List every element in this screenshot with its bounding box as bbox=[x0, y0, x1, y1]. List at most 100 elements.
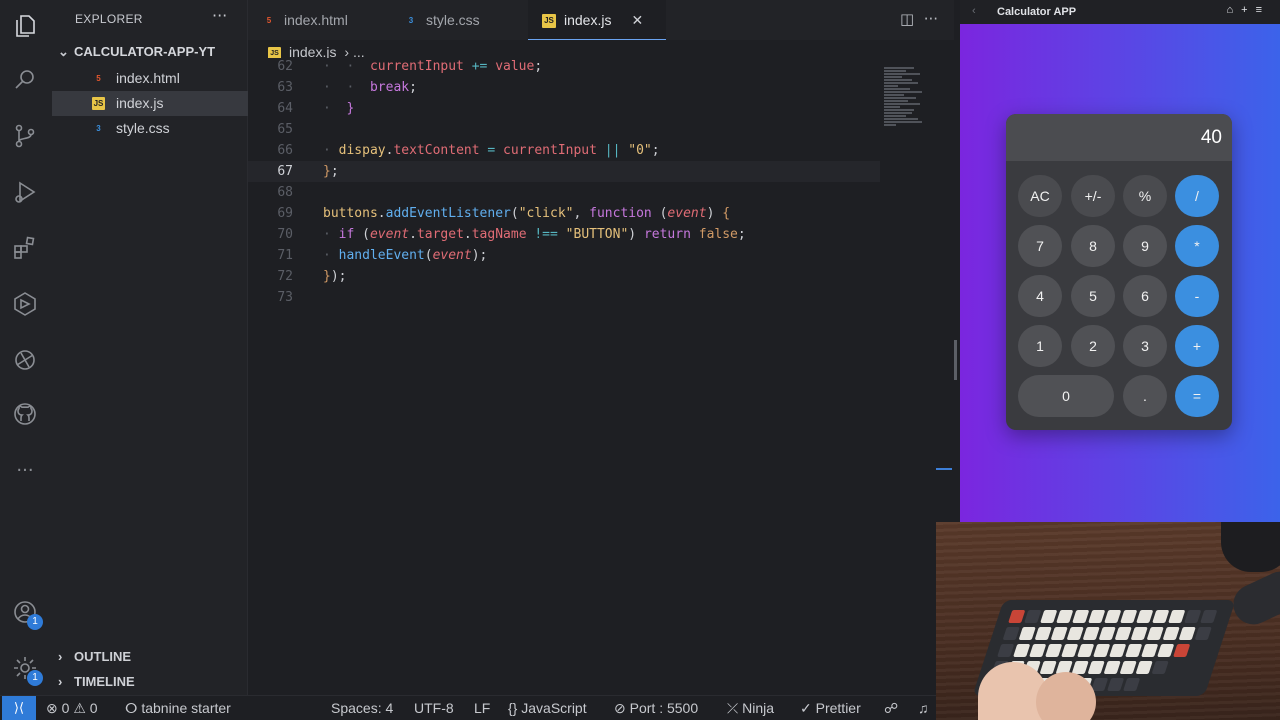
more-views-icon[interactable]: ··· bbox=[9, 454, 41, 486]
line-number: 69 bbox=[277, 206, 293, 221]
key-4[interactable]: 4 bbox=[1018, 275, 1062, 317]
code-text: · if (event.target.tagName !== "BUTTON")… bbox=[323, 227, 746, 242]
explorer-more-actions[interactable]: ··· bbox=[212, 6, 227, 25]
encoding-status[interactable]: UTF-8 bbox=[414, 700, 454, 716]
workspace-folder[interactable]: ⌄ CALCULATOR-APP-YT bbox=[58, 44, 215, 60]
language-mode[interactable]: {} JavaScript bbox=[508, 700, 587, 716]
browser-title: Calculator APP bbox=[997, 6, 1077, 18]
file-item-index-js[interactable]: JS index.js bbox=[52, 91, 248, 116]
key-subtract[interactable]: - bbox=[1175, 275, 1219, 317]
line-number: 66 bbox=[277, 143, 293, 158]
line-number: 62 bbox=[277, 59, 293, 74]
key-1[interactable]: 1 bbox=[1018, 325, 1062, 367]
live-server-port[interactable]: ⊘ Port : 5500 bbox=[614, 700, 698, 717]
new-tab-icon[interactable]: + bbox=[1241, 4, 1255, 16]
key-3[interactable]: 3 bbox=[1123, 325, 1167, 367]
remote-indicator-icon[interactable]: ⟩⟨ bbox=[2, 696, 36, 720]
settings-badge: 1 bbox=[27, 670, 43, 686]
code-line: 68 bbox=[248, 182, 880, 203]
timeline-label: TIMELINE bbox=[74, 674, 135, 689]
source-control-icon[interactable] bbox=[9, 120, 41, 152]
explorer-files-icon[interactable] bbox=[9, 10, 41, 42]
problems-indicator[interactable]: ⊗ 0 ⚠ 0 bbox=[46, 700, 98, 717]
key-7[interactable]: 7 bbox=[1018, 225, 1062, 267]
tabnine-status[interactable]: ⵔ tabnine starter bbox=[125, 700, 231, 717]
key-percent[interactable]: % bbox=[1123, 175, 1167, 217]
key-5[interactable]: 5 bbox=[1071, 275, 1115, 317]
tab-index-js[interactable]: JS index.js ✕ bbox=[528, 0, 666, 40]
error-icon: ⊗ bbox=[46, 700, 58, 716]
outline-section[interactable]: › OUTLINE bbox=[58, 649, 131, 664]
file-item-style-css[interactable]: 3 style.css bbox=[52, 116, 248, 141]
code-line: 71 · handleEvent(event); bbox=[248, 245, 880, 266]
line-number: 73 bbox=[277, 290, 293, 305]
key-0[interactable]: 0 bbox=[1018, 375, 1114, 417]
menu-icon[interactable]: ≡ bbox=[1256, 4, 1270, 16]
css-file-icon: 3 bbox=[96, 124, 101, 133]
file-name: index.html bbox=[116, 70, 180, 86]
tab-index-html[interactable]: 5 index.html bbox=[262, 0, 392, 40]
prettier-status[interactable]: ✓ Prettier bbox=[800, 700, 861, 717]
file-item-index-html[interactable]: 5 index.html bbox=[52, 66, 248, 91]
back-icon[interactable]: ‹ bbox=[972, 5, 976, 17]
error-count: 0 bbox=[61, 700, 70, 716]
key-9[interactable]: 9 bbox=[1123, 225, 1167, 267]
code-text: }); bbox=[323, 269, 347, 284]
code-text: buttons.addEventListener("click", functi… bbox=[323, 206, 731, 221]
timeline-section[interactable]: › TIMELINE bbox=[58, 674, 135, 689]
css-file-icon: 3 bbox=[408, 16, 414, 26]
key-equals[interactable]: = bbox=[1175, 375, 1219, 417]
github-icon[interactable] bbox=[9, 398, 41, 430]
key-decimal[interactable]: . bbox=[1123, 375, 1167, 417]
key-divide[interactable]: / bbox=[1175, 175, 1219, 217]
extensions-icon[interactable] bbox=[9, 232, 41, 264]
vscode-window: ··· 1 1 EXPLORER ··· ⌄ CALCULATOR-APP-YT … bbox=[0, 0, 1280, 720]
remote-explorer-icon[interactable] bbox=[9, 288, 41, 320]
code-editor[interactable]: 62 · · currentInput += value; 63 · · break… bbox=[248, 58, 954, 695]
ninja-icon: ⤫ bbox=[727, 700, 739, 716]
key-all-clear[interactable]: AC bbox=[1018, 175, 1062, 217]
check-double-icon: ✓ bbox=[800, 700, 812, 716]
braces-icon: {} bbox=[508, 700, 518, 716]
accounts-icon[interactable]: 1 bbox=[9, 596, 43, 630]
key-plus-minus[interactable]: +/- bbox=[1071, 175, 1115, 217]
tab-label: index.html bbox=[284, 12, 348, 28]
split-editor-icon[interactable]: ◫ bbox=[900, 10, 914, 28]
tab-label: index.js bbox=[564, 12, 612, 28]
webcam-overlay bbox=[936, 522, 1280, 720]
ninja-label: Ninja bbox=[742, 700, 774, 716]
key-add[interactable]: + bbox=[1175, 325, 1219, 367]
code-line: 66 · dispay.textContent = currentInput ||… bbox=[248, 140, 880, 161]
chevron-right-icon: › bbox=[58, 649, 63, 664]
tabnine-label: tabnine starter bbox=[141, 700, 231, 716]
settings-gear-icon[interactable]: 1 bbox=[9, 652, 43, 686]
code-line: 70 · if (event.target.tagName !== "BUTTON… bbox=[248, 224, 880, 245]
search-icon[interactable] bbox=[9, 64, 41, 96]
language-label: JavaScript bbox=[521, 700, 587, 716]
tab-label: style.css bbox=[426, 12, 480, 28]
indentation-status[interactable]: Spaces: 4 bbox=[331, 700, 393, 716]
run-debug-icon[interactable] bbox=[9, 176, 41, 208]
ninja-status[interactable]: ⤫ Ninja bbox=[727, 700, 774, 717]
code-line: 72}); bbox=[248, 266, 880, 287]
lock-icon[interactable]: ⌂ bbox=[1226, 4, 1241, 16]
key-2[interactable]: 2 bbox=[1071, 325, 1115, 367]
key-multiply[interactable]: * bbox=[1175, 225, 1219, 267]
close-tab-icon[interactable]: ✕ bbox=[631, 12, 643, 28]
feedback-icon[interactable]: ☍ bbox=[884, 700, 898, 717]
line-number: 64 bbox=[277, 101, 293, 116]
prettier-label: Prettier bbox=[815, 700, 861, 716]
key-8[interactable]: 8 bbox=[1071, 225, 1115, 267]
minimap[interactable] bbox=[884, 66, 924, 161]
code-line-current: 67}; bbox=[248, 161, 880, 182]
line-number: 72 bbox=[277, 269, 293, 284]
live-share-icon[interactable] bbox=[9, 344, 41, 376]
notifications-bell-icon[interactable]: ♫ bbox=[918, 700, 929, 716]
code-text: · } bbox=[323, 101, 355, 116]
editor-scrollbar[interactable] bbox=[954, 340, 957, 380]
key-6[interactable]: 6 bbox=[1123, 275, 1167, 317]
activity-bar: ··· 1 1 bbox=[0, 0, 50, 695]
more-actions-icon[interactable]: ··· bbox=[924, 10, 938, 28]
eol-status[interactable]: LF bbox=[474, 700, 490, 716]
tab-style-css[interactable]: 3 style.css bbox=[404, 0, 534, 40]
